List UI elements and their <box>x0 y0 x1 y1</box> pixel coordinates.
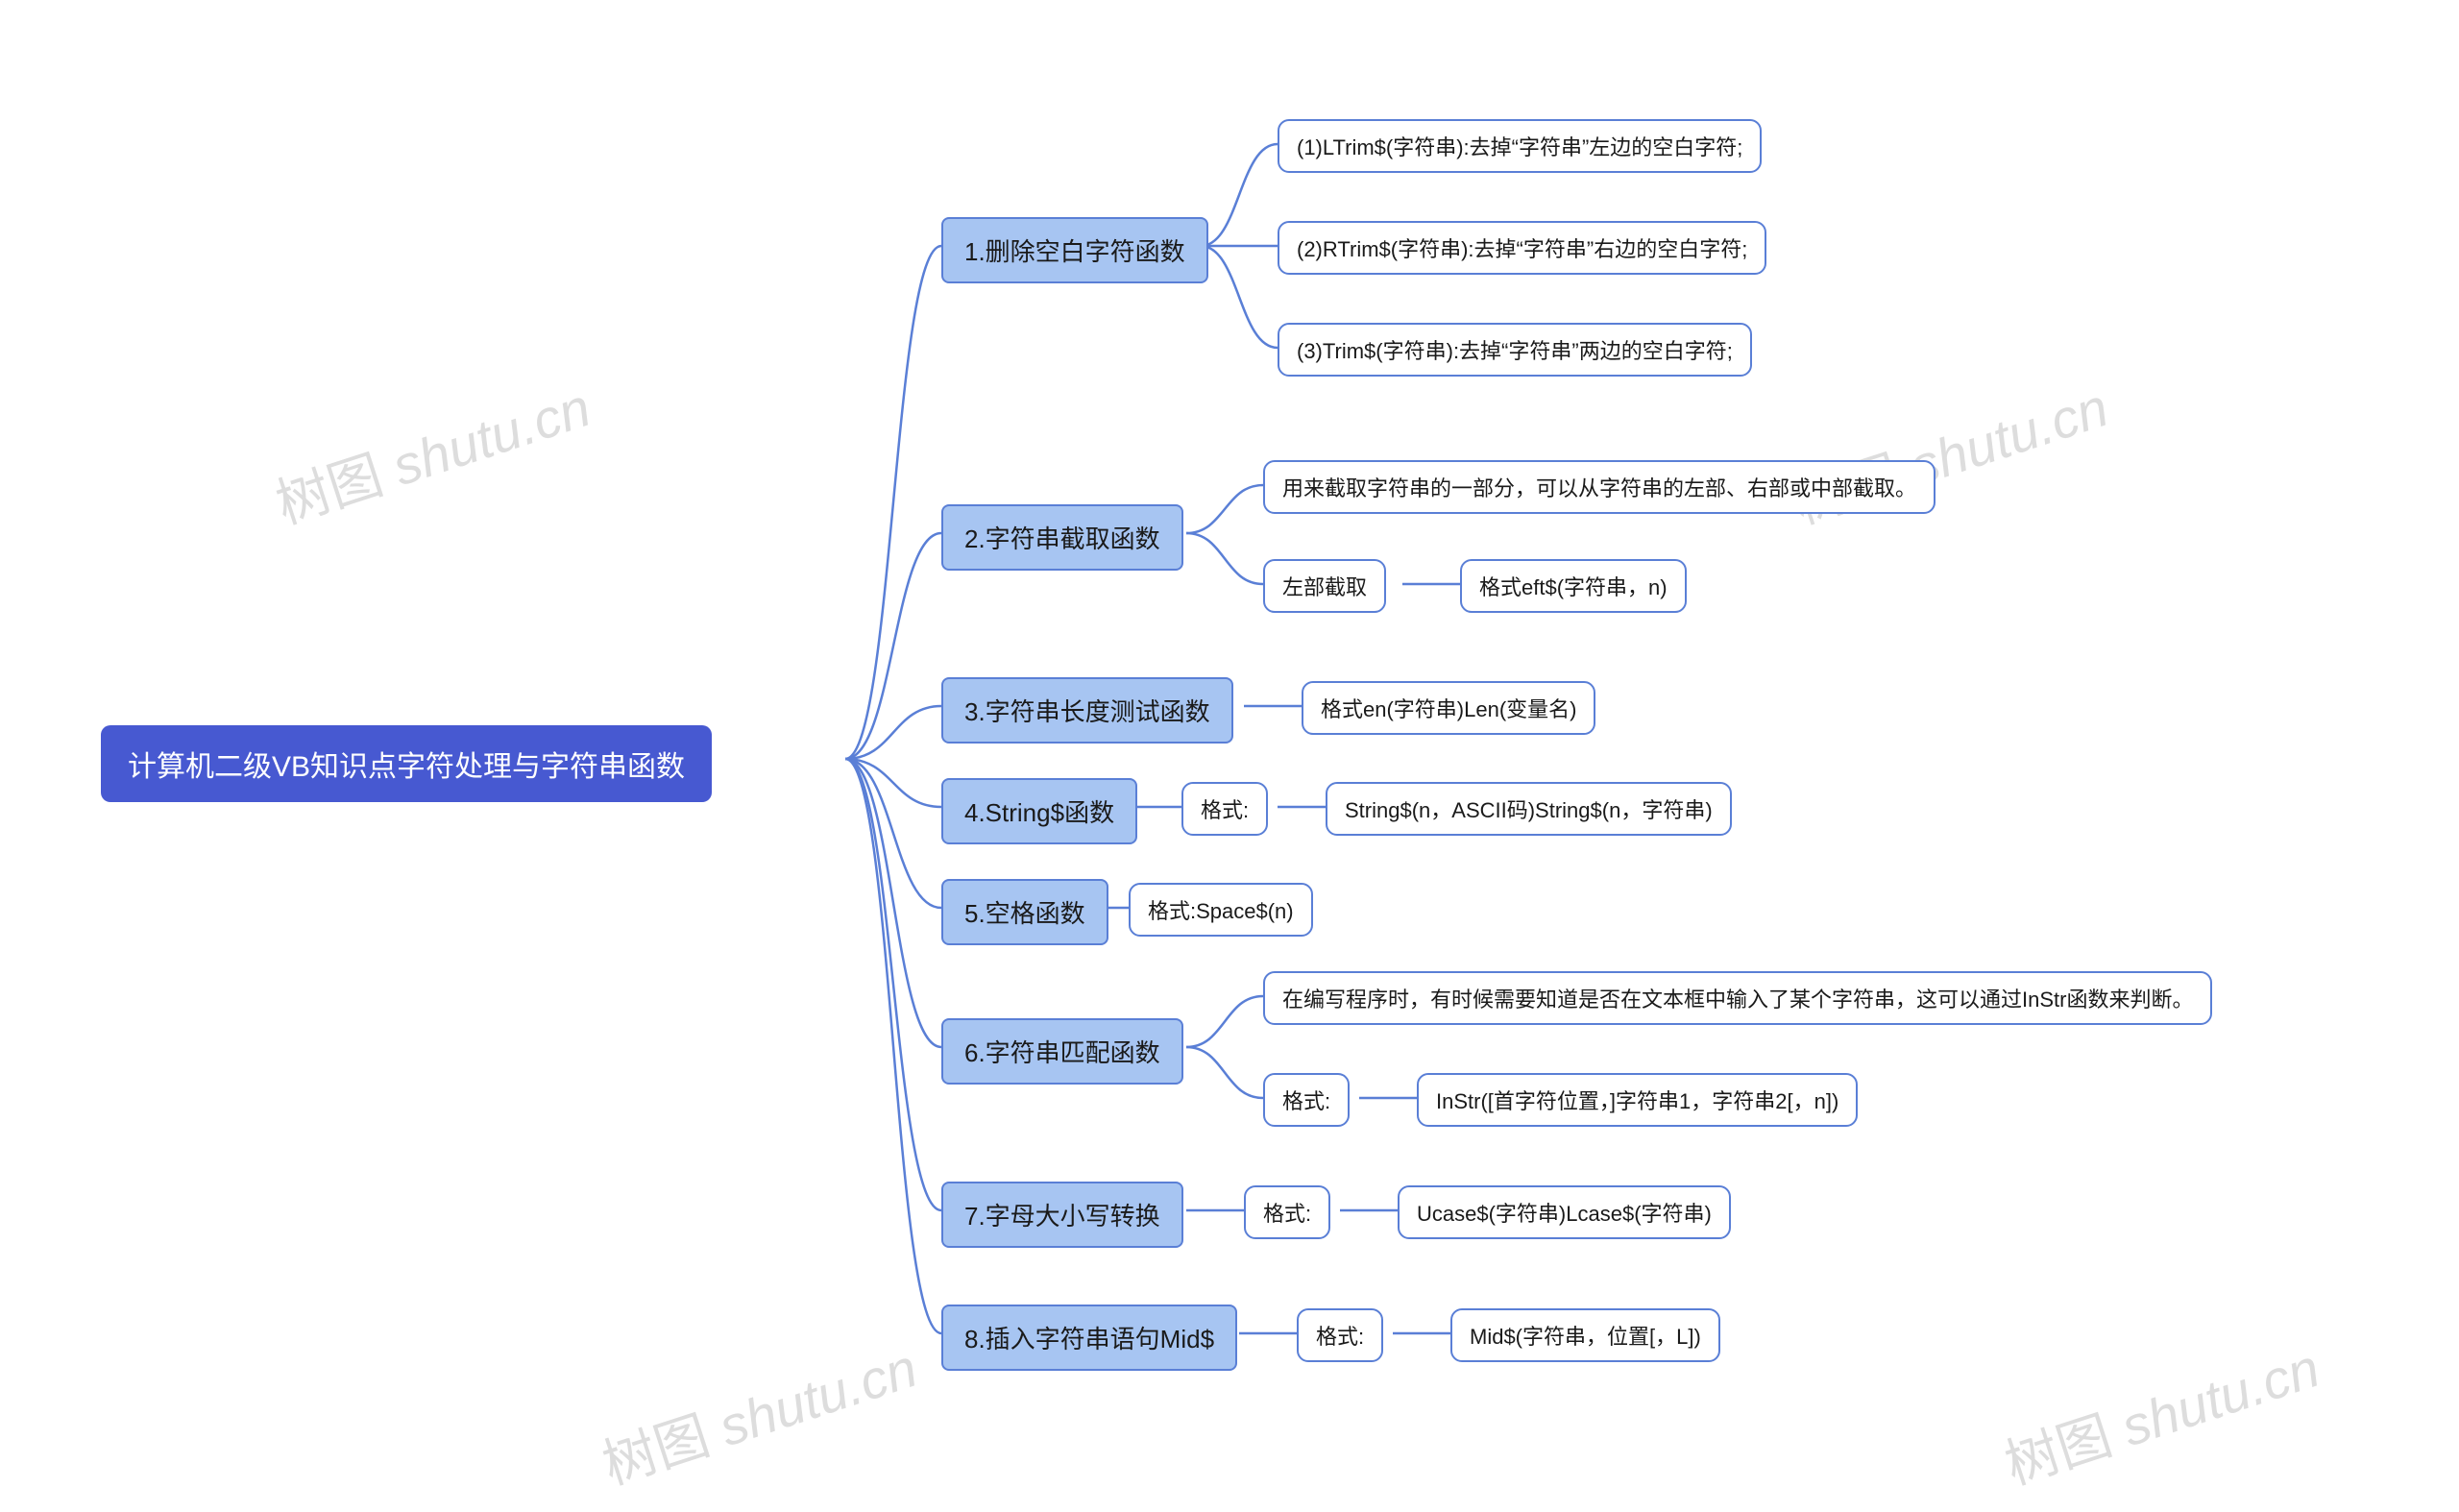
branch-6-child-2: 格式: <box>1263 1073 1350 1127</box>
root-node: 计算机二级VB知识点字符处理与字符串函数 <box>101 725 712 802</box>
branch-6-child-2-1: InStr([首字符位置，]字符串1，字符串2[，n]) <box>1417 1073 1858 1127</box>
branch-7-child-1-1: Ucase$(字符串)Lcase$(字符串) <box>1398 1185 1731 1239</box>
branch-3: 3.字符串长度测试函数 <box>941 677 1233 744</box>
branch-6-child-1: 在编写程序时，有时候需要知道是否在文本框中输入了某个字符串，这可以通过InStr… <box>1263 971 2212 1025</box>
branch-7-child-1: 格式: <box>1244 1185 1330 1239</box>
watermark: 树图 shutu.cn <box>265 365 599 540</box>
branch-2-child-2: 左部截取 <box>1263 559 1386 613</box>
branch-1-child-2: (2)RTrim$(字符串):去掉“字符串”右边的空白字符; <box>1278 221 1766 275</box>
branch-2: 2.字符串截取函数 <box>941 504 1183 571</box>
branch-7: 7.字母大小写转换 <box>941 1182 1183 1248</box>
branch-8-child-1: 格式: <box>1297 1308 1383 1362</box>
branch-2-child-1: 用来截取字符串的一部分，可以从字符串的左部、右部或中部截取。 <box>1263 460 1936 514</box>
branch-2-child-2-1: 格式eft$(字符串，n) <box>1460 559 1687 613</box>
branch-4-child-1-1: String$(n，ASCII码)String$(n，字符串) <box>1326 782 1732 836</box>
branch-1-child-3: (3)Trim$(字符串):去掉“字符串”两边的空白字符; <box>1278 323 1752 377</box>
branch-8: 8.插入字符串语句Mid$ <box>941 1305 1237 1371</box>
branch-1-child-1: (1)LTrim$(字符串):去掉“字符串”左边的空白字符; <box>1278 119 1762 173</box>
branch-3-child-1: 格式en(字符串)Len(变量名) <box>1302 681 1595 735</box>
branch-4-child-1: 格式: <box>1181 782 1268 836</box>
branch-4: 4.String$函数 <box>941 778 1137 844</box>
branch-8-child-1-1: Mid$(字符串，位置[，L]) <box>1450 1308 1720 1362</box>
branch-1: 1.删除空白字符函数 <box>941 217 1208 283</box>
branch-5: 5.空格函数 <box>941 879 1108 945</box>
branch-6: 6.字符串匹配函数 <box>941 1018 1183 1085</box>
watermark: 树图 shutu.cn <box>1994 1326 2328 1500</box>
watermark: 树图 shutu.cn <box>592 1326 926 1500</box>
branch-5-child-1: 格式:Space$(n) <box>1129 883 1313 937</box>
